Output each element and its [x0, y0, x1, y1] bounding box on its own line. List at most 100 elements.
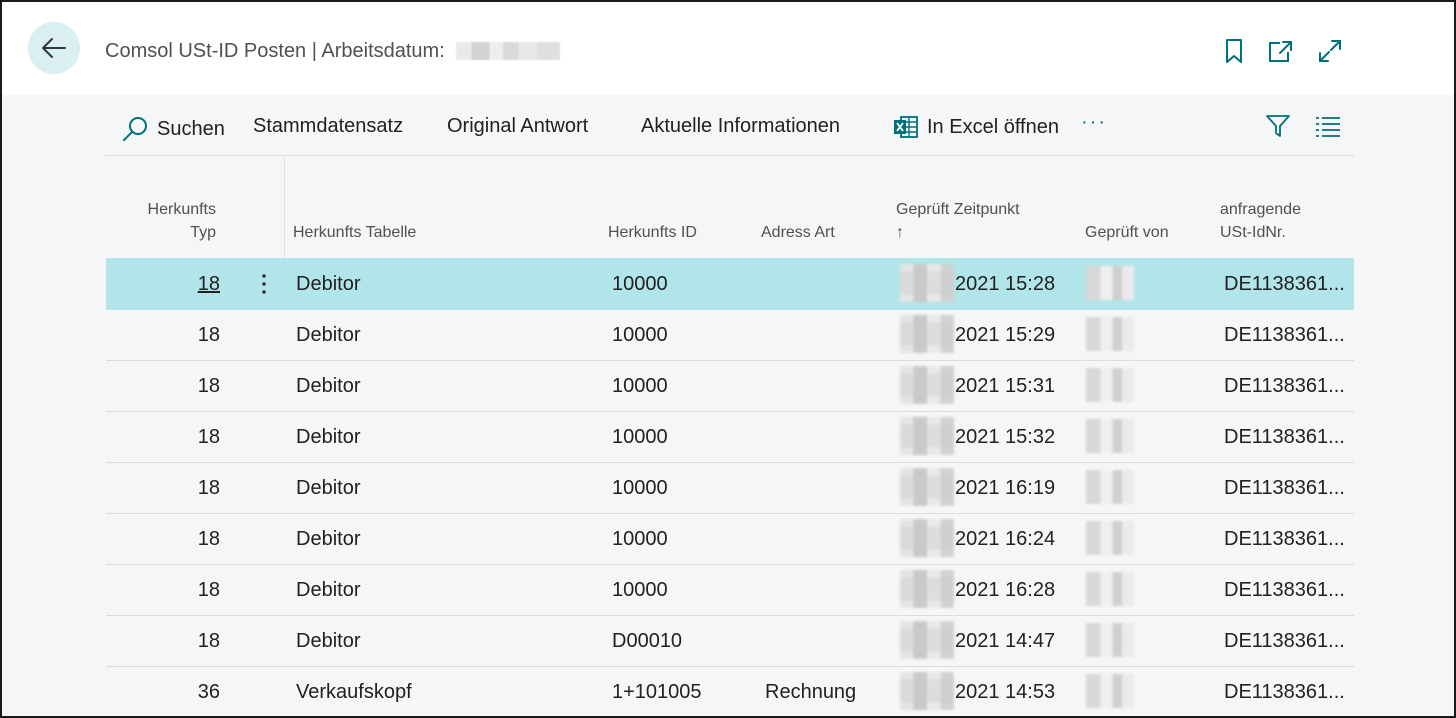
cell-id: 10000 [612, 375, 668, 397]
search-label: Suchen [157, 117, 225, 140]
back-button[interactable] [28, 22, 80, 74]
table-row[interactable]: 18 Debitor 10000 2021 15:31 DE1138361... [106, 360, 1354, 412]
cell-zeitpunkt: 2021 15:29 [955, 324, 1056, 346]
original-antwort-button[interactable]: Original Antwort [447, 115, 588, 138]
stammdatensatz-button[interactable]: Stammdatensatz [253, 115, 403, 138]
cell-id: 10000 [612, 324, 668, 346]
filter-icon[interactable] [1265, 113, 1291, 144]
cell-ust-idnr: DE1138361... [1224, 273, 1345, 295]
table-row[interactable]: 18 Debitor 10000 2021 15:32 DE1138361... [106, 411, 1354, 463]
table-row[interactable]: 36 Verkaufskopf 1+101005 Rechnung 2021 1… [106, 666, 1354, 716]
cell-zeitpunkt: 2021 15:28 [955, 273, 1056, 295]
cell-typ: 18 [197, 426, 220, 448]
original-antwort-label: Original Antwort [447, 115, 589, 137]
aktuelle-informationen-label: Aktuelle Informationen [641, 115, 841, 137]
cell-typ: 18 [197, 324, 220, 346]
date-redacted [900, 264, 954, 302]
cell-typ: 18 [197, 477, 220, 499]
table-row[interactable]: 18 Debitor 10000 2021 15:29 DE1138361... [106, 309, 1354, 361]
list-view-icon[interactable] [1315, 115, 1341, 142]
cell-ust-idnr: DE1138361... [1224, 579, 1345, 601]
cell-ust-idnr: DE1138361... [1224, 630, 1345, 652]
cell-zeitpunkt: 2021 14:47 [955, 630, 1056, 652]
bookmark-icon[interactable] [1221, 38, 1247, 64]
cell-ust-idnr: DE1138361... [1224, 528, 1345, 550]
cell-tabelle: Debitor [296, 375, 361, 397]
expand-icon[interactable] [1317, 38, 1343, 64]
date-redacted [900, 366, 954, 404]
sort-ascending-icon: ↑ [896, 224, 904, 241]
cell-ust-idnr: DE1138361... [1224, 375, 1345, 397]
col-geprueft-von[interactable]: Geprüft von [1085, 221, 1169, 244]
excel-icon [894, 116, 918, 138]
cell-typ: 18 [197, 375, 220, 397]
vertical-ellipsis-icon [262, 274, 266, 294]
open-new-window-icon[interactable] [1268, 38, 1294, 64]
cell-typ: 18 [197, 579, 220, 601]
cell-id: 10000 [612, 426, 668, 448]
row-actions-menu[interactable] [254, 270, 274, 298]
search-icon [123, 117, 147, 141]
cell-zeitpunkt: 2021 14:53 [955, 681, 1056, 703]
cell-id: 10000 [612, 579, 668, 601]
stammdatensatz-label: Stammdatensatz [253, 115, 404, 137]
date-redacted [900, 519, 954, 557]
table-row[interactable]: 18 Debitor 10000 2021 16:19 DE1138361... [106, 462, 1354, 514]
cell-typ: 36 [197, 681, 220, 703]
date-redacted [900, 672, 954, 710]
col-geprueft-zeitpunkt[interactable]: Geprüft Zeitpunkt ↑ [896, 198, 1020, 244]
typ-link[interactable]: 18 [198, 273, 220, 295]
cell-id: D00010 [612, 630, 683, 652]
cell-id: 10000 [612, 528, 668, 550]
table-row[interactable]: 18 Debitor D00010 2021 14:47 DE1138361..… [106, 615, 1354, 667]
cell-zeitpunkt: 2021 15:32 [955, 426, 1056, 448]
col-adress-art[interactable]: Adress Art [761, 221, 835, 244]
cell-ust-idnr: DE1138361... [1224, 681, 1345, 703]
user-redacted [1086, 368, 1134, 402]
col-herkunfts-typ-line1: Herkunfts [147, 201, 216, 218]
cell-typ: 18 [197, 528, 220, 550]
page-title: Comsol USt-ID Posten | Arbeitsdatum: [105, 40, 561, 63]
user-redacted [1086, 623, 1134, 657]
cell-zeitpunkt: 2021 16:28 [955, 579, 1056, 601]
cell-tabelle: Verkaufskopf [296, 681, 412, 703]
page-frame: Comsol USt-ID Posten | Arbeitsdatum: Suc… [0, 0, 1456, 718]
col-ust-line1: anfragende [1220, 201, 1301, 218]
user-redacted [1086, 521, 1134, 555]
col-herkunfts-tabelle[interactable]: Herkunfts Tabelle [293, 221, 416, 244]
table-row[interactable]: 18 Debitor 10000 2021 16:24 DE1138361... [106, 513, 1354, 565]
cell-tabelle: Debitor [296, 579, 361, 601]
col-herkunfts-id[interactable]: Herkunfts ID [608, 221, 697, 244]
cell-ust-idnr: DE1138361... [1224, 324, 1345, 346]
column-divider [284, 155, 285, 259]
cell-zeitpunkt: 2021 16:19 [955, 477, 1056, 499]
cell-id: 10000 [612, 477, 668, 499]
user-redacted [1086, 572, 1134, 606]
work-date-redacted [456, 42, 561, 60]
col-anfragende-ust-idnr[interactable]: anfragende USt-IdNr. [1220, 198, 1301, 244]
date-redacted [900, 417, 954, 455]
action-bar: Suchen Stammdatensatz Original Antwort A… [105, 97, 1354, 156]
user-redacted [1086, 419, 1134, 453]
cell-tabelle: Debitor [296, 426, 361, 448]
cell-id: 10000 [612, 273, 668, 295]
table-row[interactable]: 18 Debitor 10000 2021 16:28 DE1138361... [106, 564, 1354, 616]
cell-tabelle: Debitor [296, 477, 361, 499]
search-button[interactable]: Suchen [121, 115, 225, 143]
arrow-left-icon [42, 38, 66, 58]
open-in-excel-button[interactable]: In Excel öffnen [893, 115, 1059, 139]
cell-typ[interactable]: 18 [106, 273, 220, 296]
col-herkunfts-typ[interactable]: Herkunfts Typ [102, 198, 216, 244]
more-actions-label: ··· [1081, 111, 1107, 133]
date-redacted [900, 570, 954, 608]
open-in-excel-label: In Excel öffnen [927, 115, 1059, 138]
user-redacted [1086, 674, 1134, 708]
cell-zeitpunkt: 2021 15:31 [955, 375, 1056, 397]
aktuelle-informationen-button[interactable]: Aktuelle Informationen [641, 115, 840, 138]
cell-typ: 18 [197, 630, 220, 652]
cell-tabelle: Debitor [296, 324, 361, 346]
date-redacted [900, 621, 954, 659]
table-row[interactable]: 18 Debitor 10000 2021 15:28 DE1138361... [106, 258, 1354, 310]
more-actions-button[interactable]: ··· [1081, 111, 1107, 134]
date-redacted [900, 315, 954, 353]
